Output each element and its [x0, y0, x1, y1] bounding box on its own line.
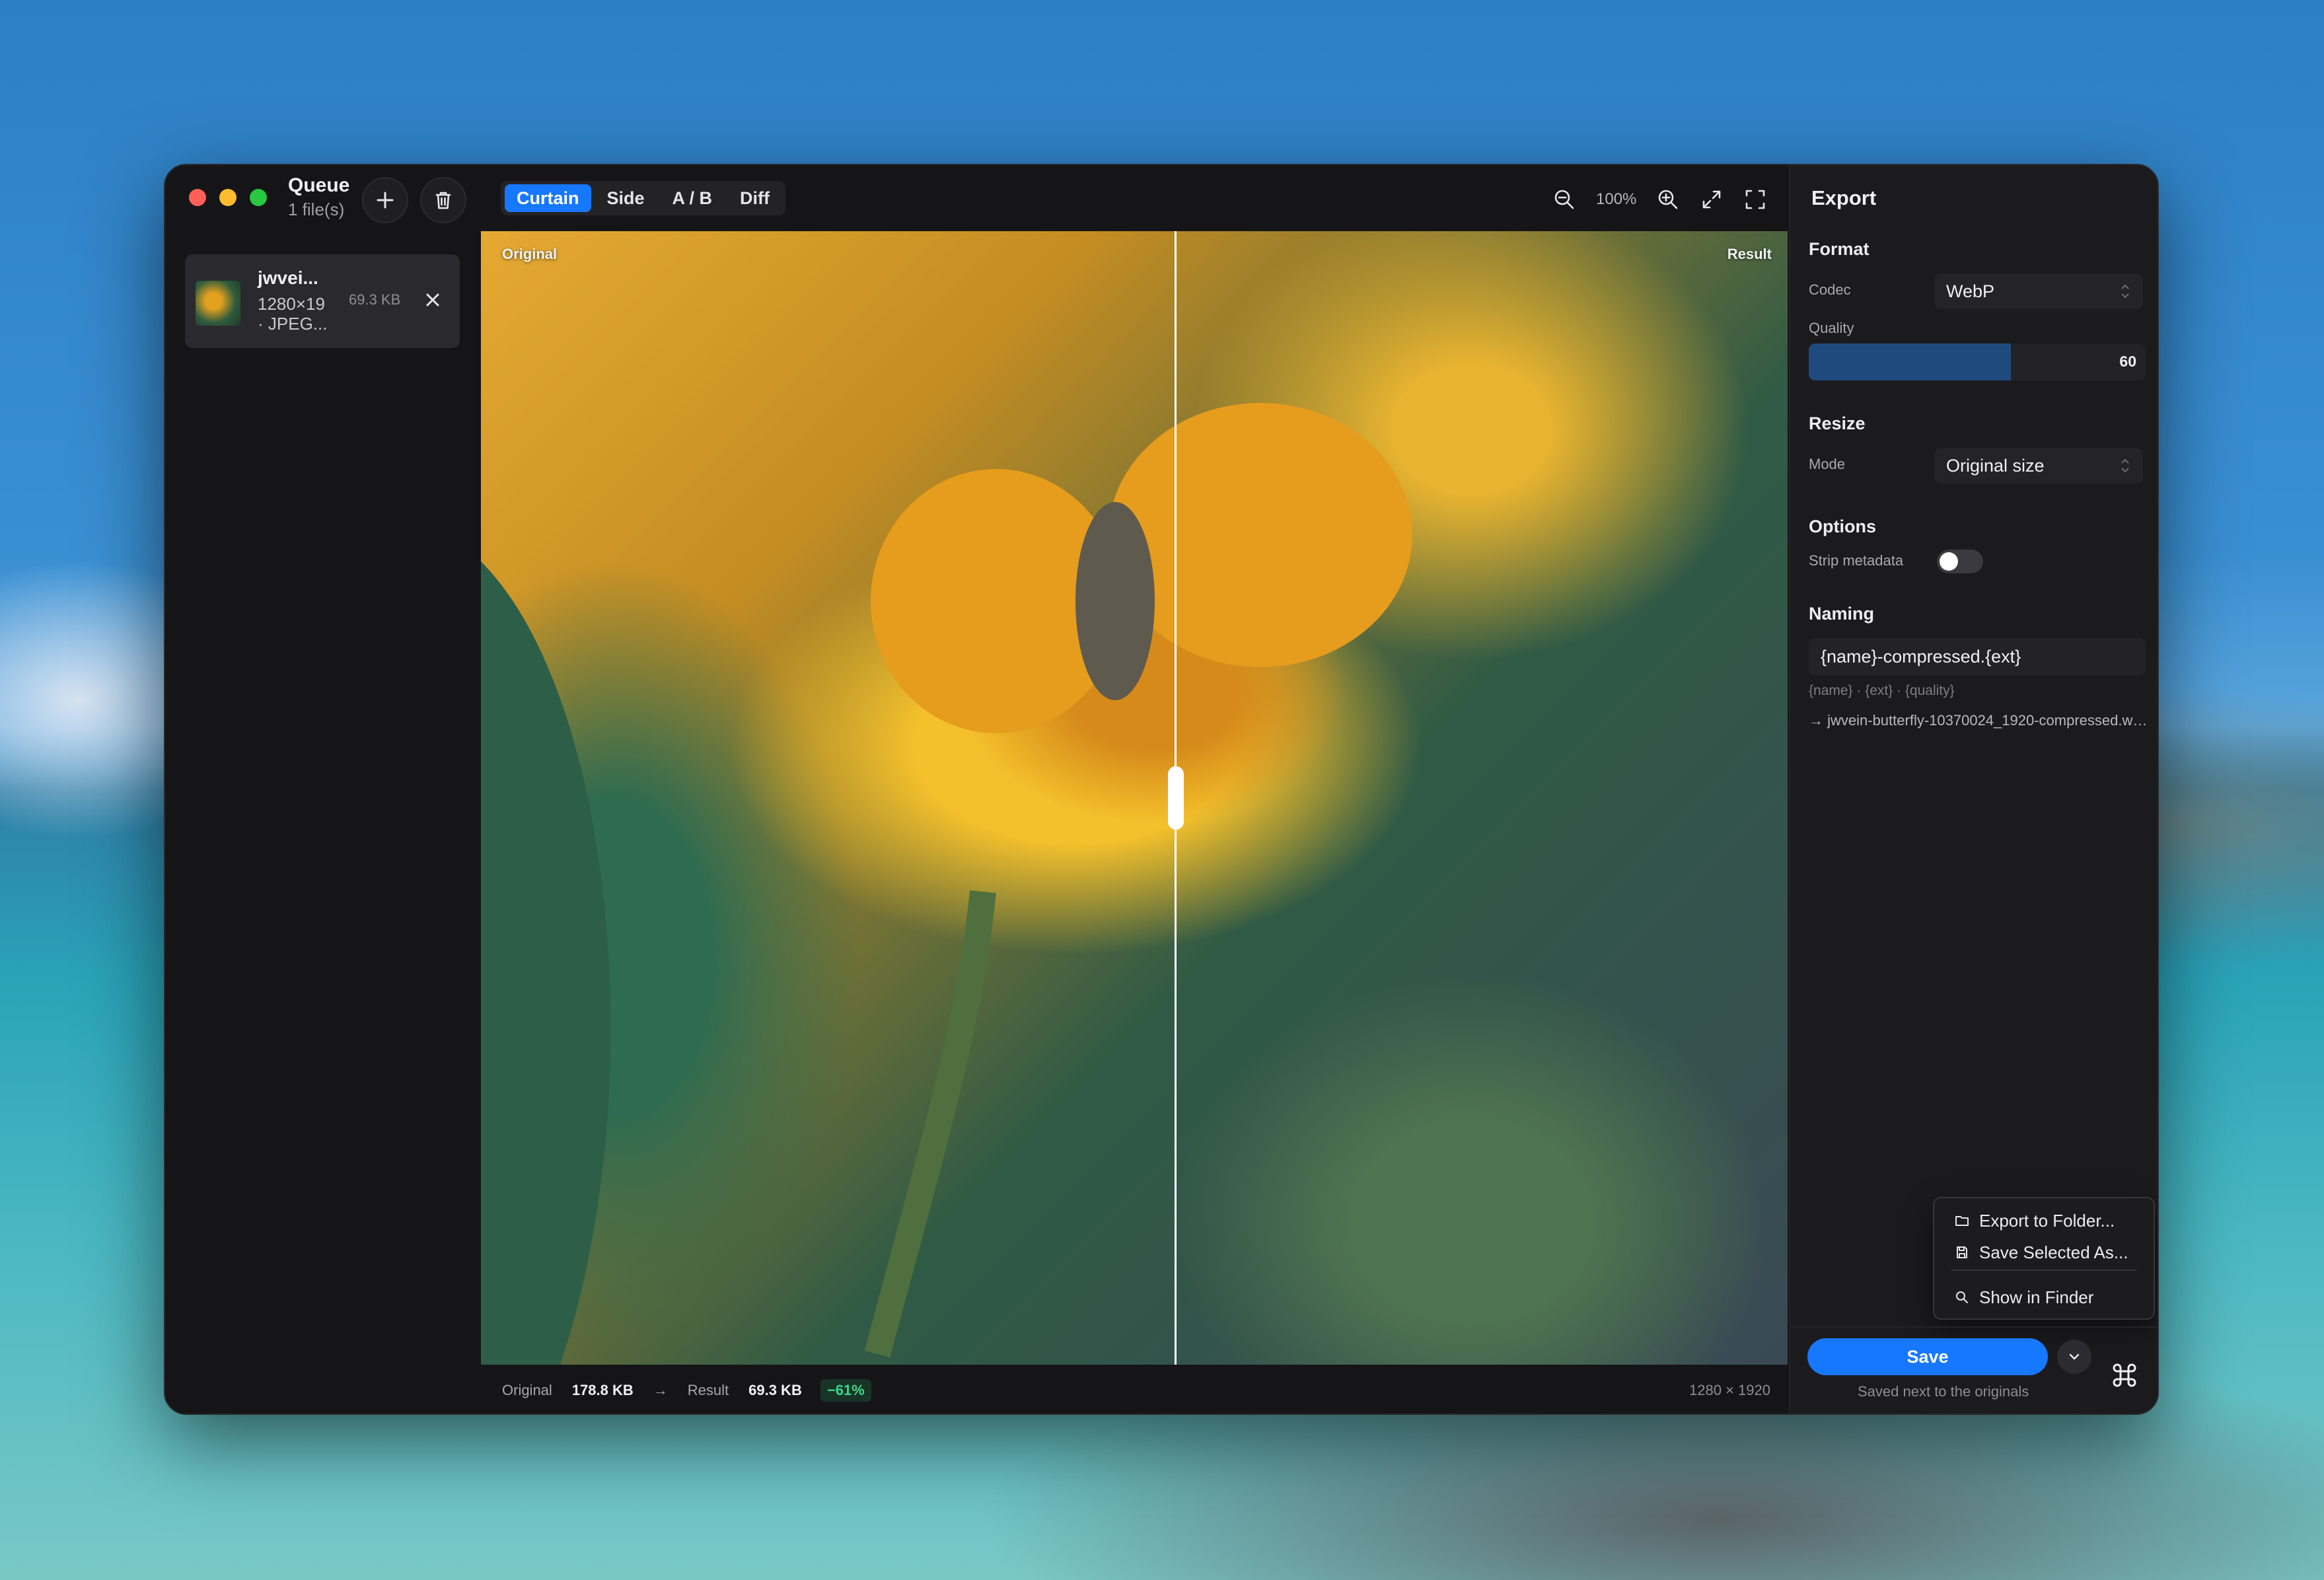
naming-heading: Naming: [1809, 604, 1875, 624]
butterfly-image: [481, 403, 1412, 1365]
menu-export-to-folder-label: Export to Folder...: [1979, 1210, 2115, 1231]
resize-mode-select[interactable]: Original size: [1934, 448, 2143, 484]
zoom-out-icon[interactable]: [1552, 188, 1576, 211]
status-original-label: Original: [502, 1382, 552, 1398]
status-original-size: 178.8 KB: [571, 1382, 634, 1398]
queue-title: Queue: [288, 174, 350, 196]
status-result-label: Result: [687, 1382, 729, 1398]
minimize-window-button[interactable]: [219, 189, 236, 206]
save-icon: [1957, 1246, 1967, 1258]
file-size: 69.3 KB: [349, 291, 401, 308]
curtain-handle[interactable]: [1168, 766, 1184, 830]
file-name: jwvei...: [258, 268, 318, 288]
save-hint: Saved next to the originals: [1858, 1383, 2029, 1400]
remove-file-icon[interactable]: [421, 289, 444, 311]
plus-icon: [377, 192, 394, 209]
status-bar: Original 178.8 KB → Result 69.3 KB −61% …: [481, 1367, 1788, 1414]
zoom-window-button[interactable]: [250, 189, 267, 206]
naming-preview: → jwvein-butterfly-10370024_1920-compres…: [1809, 712, 2152, 729]
view-mode-tabs: Curtain Side A / B Diff: [501, 181, 786, 215]
arrow-right-icon: →: [653, 1382, 668, 1398]
tab-curtain[interactable]: Curtain: [505, 184, 591, 212]
result-label: Result: [1727, 246, 1772, 262]
fullscreen-icon[interactable]: [1743, 188, 1767, 211]
app-window: Queue 1 file(s) jwvei... 1280×19 · JPEG.…: [164, 164, 2159, 1415]
toggle-knob: [1940, 552, 1958, 571]
codec-label: Codec: [1809, 281, 1851, 298]
format-heading: Format: [1809, 239, 1870, 259]
queue-header: Queue 1 file(s): [288, 174, 349, 220]
quality-label: Quality: [1809, 320, 1854, 336]
save-options-menu: Export to Folder... Save Selected As... …: [1933, 1197, 2155, 1320]
zoom-level: 100%: [1596, 190, 1637, 208]
codec-value: WebP: [1946, 281, 1995, 301]
resize-heading: Resize: [1809, 413, 1866, 433]
file-meta: 1280×19 · JPEG...: [258, 294, 337, 334]
search-icon: [1956, 1291, 1968, 1303]
naming-pattern-input[interactable]: {name}-compressed.{ext}: [1809, 638, 2146, 675]
chevron-down-icon: [2069, 1353, 2080, 1360]
status-result-size: 69.3 KB: [748, 1382, 802, 1398]
image-preview-canvas[interactable]: Original Result: [481, 231, 1788, 1365]
tab-ab[interactable]: A / B: [661, 184, 725, 212]
queue-sidebar: [165, 238, 470, 1414]
tab-diff[interactable]: Diff: [728, 184, 781, 212]
size-reduction-badge: −61%: [820, 1379, 871, 1402]
codec-select[interactable]: WebP: [1934, 273, 2143, 309]
panel-footer-divider: [1789, 1326, 2158, 1328]
menu-export-to-folder[interactable]: Export to Folder...: [1954, 1207, 2115, 1234]
save-button[interactable]: Save: [1807, 1338, 2048, 1375]
menu-show-in-finder-label: Show in Finder: [1979, 1287, 2094, 1307]
resize-mode-value: Original size: [1946, 456, 2045, 476]
strip-metadata-label: Strip metadata: [1809, 552, 1904, 569]
menu-divider: [1951, 1270, 2136, 1271]
add-file-button[interactable]: [362, 177, 408, 223]
strip-metadata-toggle[interactable]: [1937, 550, 1983, 573]
file-thumbnail: [196, 281, 240, 326]
queue-file-item[interactable]: jwvei... 1280×19 · JPEG... 69.3 KB: [185, 254, 460, 348]
folder-icon: [1955, 1216, 1969, 1226]
close-window-button[interactable]: [189, 189, 206, 206]
clear-queue-button[interactable]: [420, 177, 466, 223]
window-controls: [189, 189, 267, 206]
fit-to-window-icon[interactable]: [1700, 188, 1724, 211]
quality-slider[interactable]: 60: [1809, 343, 2146, 380]
zoom-in-icon[interactable]: [1656, 188, 1680, 211]
chevron-up-down-icon: [2121, 284, 2129, 299]
file-dimensions: 1280×19: [258, 294, 325, 314]
menu-save-selected-as[interactable]: Save Selected As...: [1954, 1239, 2128, 1266]
naming-tokens-hint: {name} · {ext} · {quality}: [1809, 683, 1955, 698]
queue-file-count: 1 file(s): [288, 199, 345, 219]
tab-side[interactable]: Side: [595, 184, 657, 212]
export-title: Export: [1811, 186, 1877, 209]
chevron-up-down-icon: [2121, 458, 2129, 473]
original-label: Original: [502, 246, 558, 262]
save-options-button[interactable]: [2057, 1340, 2091, 1374]
file-type: · JPEG...: [258, 314, 328, 334]
zoom-controls: 100%: [1552, 180, 1767, 219]
command-key-icon[interactable]: [2109, 1359, 2140, 1391]
menu-save-selected-as-label: Save Selected As...: [1979, 1242, 2128, 1262]
menu-show-in-finder[interactable]: Show in Finder: [1954, 1284, 2093, 1311]
quality-value: 60: [2119, 353, 2136, 370]
mode-label: Mode: [1809, 456, 1846, 472]
quality-slider-fill: [1809, 343, 2011, 380]
options-heading: Options: [1809, 517, 1876, 536]
trash-icon: [435, 192, 451, 209]
image-dimensions: 1280 × 1920: [1689, 1382, 1770, 1398]
